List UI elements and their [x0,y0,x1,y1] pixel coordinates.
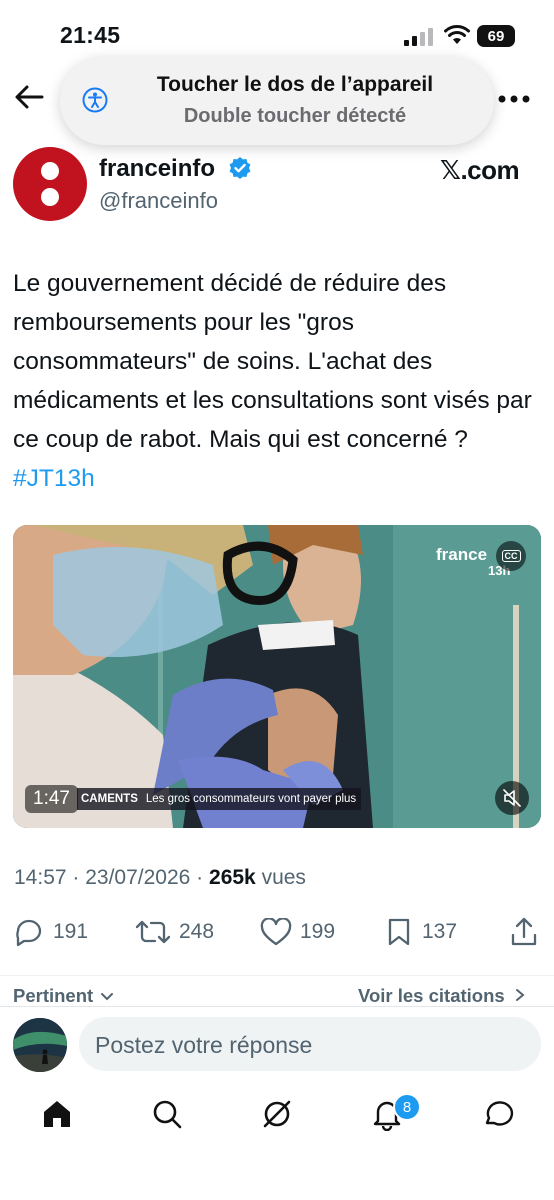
sort-label: Pertinent [13,985,94,1006]
like-count: 199 [300,920,336,943]
mute-button[interactable] [495,781,529,815]
tweet-meta: 14:57 · 23/07/2026 · 265k vues [14,866,306,889]
toast-title: Toucher le dos de l’appareil [156,73,434,96]
franceinfo-avatar[interactable] [13,147,87,221]
chevron-down-icon [101,993,114,1001]
sort-relevant-dropdown[interactable]: Pertinent [13,985,114,1007]
repost-icon [135,920,171,944]
tweet-time: 14:57 [14,866,67,889]
back-arrow-icon[interactable] [14,84,44,110]
verified-badge-icon [229,157,251,179]
video-player[interactable]: france 13h CC CAMENTS Les gros consommat… [13,525,541,828]
notifications-badge: 8 [393,1093,421,1121]
share-icon[interactable] [510,916,538,948]
reply-count: 191 [53,920,89,943]
reply-input[interactable] [79,1017,497,1073]
repost-action[interactable]: 248 [135,916,214,948]
tweet-body: Le gouvernement décidé de réduire des re… [13,270,532,453]
muted-speaker-icon [503,789,521,807]
views-label: vues [261,866,306,889]
chevron-right-icon [515,989,525,1001]
wifi-icon [444,25,470,44]
back-tap-toast: Toucher le dos de l’appareil Double touc… [60,57,494,145]
status-time: 21:45 [60,22,121,48]
display-name[interactable]: franceinfo [99,155,215,183]
search-icon[interactable] [150,1097,184,1131]
lower-third-banner: CAMENTS Les gros consommateurs vont paye… [77,788,361,810]
views-count: 265k [209,866,256,889]
lower-third-text: Les gros consommateurs vont payer plus [145,793,357,805]
grok-icon[interactable] [260,1097,294,1131]
view-quotes-label: Voir les citations [358,985,505,1006]
reply-action[interactable]: 191 [14,916,88,948]
divider [0,975,554,976]
divider [0,1006,554,1007]
battery-indicator: 69 [477,25,515,47]
like-action[interactable]: 199 [260,916,335,948]
user-avatar[interactable] [13,1018,67,1072]
bookmark-icon [388,918,410,946]
signal-icon [404,28,433,46]
captions-button[interactable]: CC [496,541,526,571]
bookmark-count: 137 [422,920,458,943]
video-duration: 1:47 [25,785,78,813]
reply-icon [16,919,42,946]
account-handle[interactable]: @franceinfo [99,188,218,214]
heart-icon [260,918,292,946]
home-icon[interactable] [40,1097,74,1131]
lower-third-label: CAMENTS [81,793,138,805]
view-quotes-link[interactable]: Voir les citations [358,985,526,1007]
accessibility-icon [82,87,108,113]
bookmark-action[interactable]: 137 [386,916,457,948]
messages-icon[interactable] [481,1097,515,1131]
hashtag-link[interactable]: #JT13h [13,465,95,492]
reply-field[interactable] [79,1017,541,1073]
aurora-photo [13,1018,67,1072]
channel-logo: france [436,545,488,564]
video-frame [13,525,541,828]
toast-subtitle: Double toucher détecté [183,105,407,127]
tweet-date: 23/07/2026 [85,866,191,889]
source-label: 𝕏.com [440,155,520,185]
more-options-icon[interactable] [497,94,531,104]
repost-count: 248 [179,920,215,943]
cc-icon: CC [501,550,521,562]
tweet-text: Le gouvernement décidé de réduire des re… [13,264,538,498]
